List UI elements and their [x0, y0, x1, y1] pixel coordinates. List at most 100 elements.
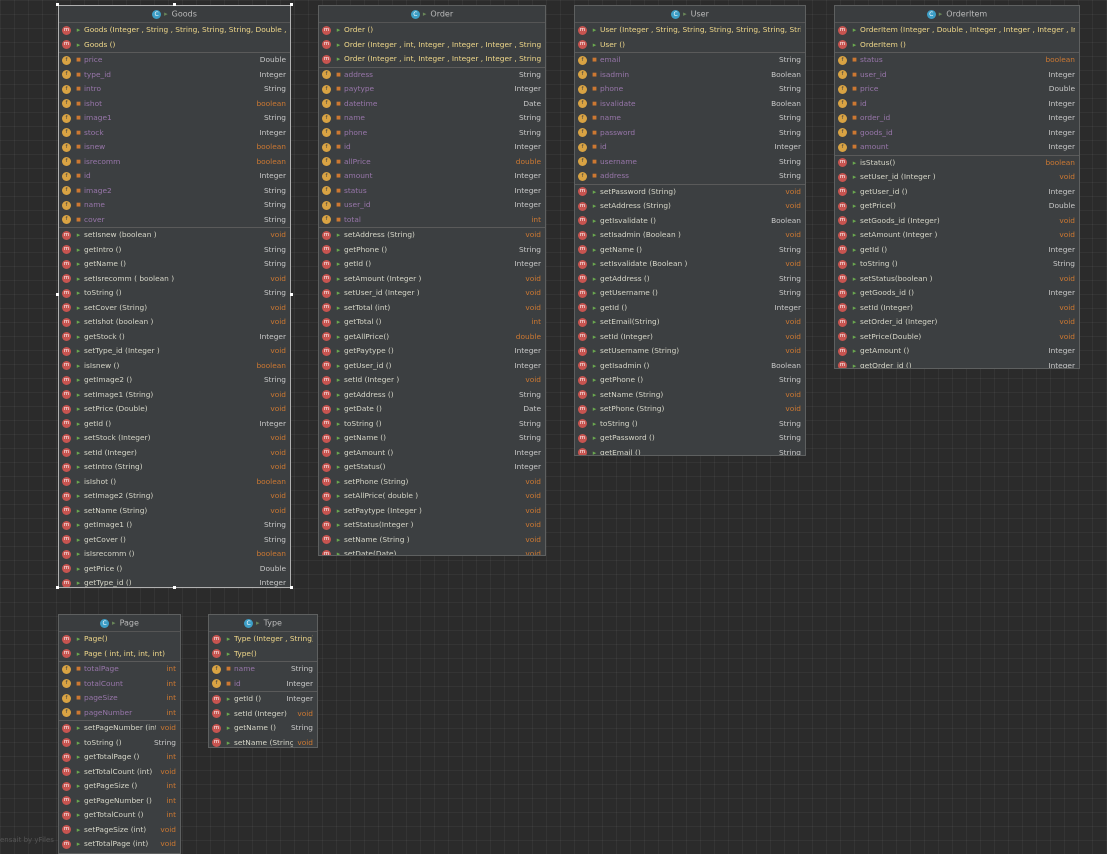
field-row[interactable]: f ■ total int	[319, 213, 545, 228]
method-row[interactable]: m ▸ getTotal () int	[319, 315, 545, 330]
method-row[interactable]: m ▸ setName (String) void	[59, 504, 290, 519]
method-row[interactable]: m ▸ isStatus() boolean	[835, 156, 1079, 171]
method-row[interactable]: m ▸ getName () String	[319, 431, 545, 446]
method-row[interactable]: m ▸ getAddress () String	[575, 272, 805, 287]
method-row[interactable]: m ▸ getPhone () String	[575, 373, 805, 388]
selection-handle[interactable]	[56, 293, 59, 296]
method-row[interactable]: m ▸ setAddress (String) void	[319, 228, 545, 243]
method-row[interactable]: m ▸ setOrder_id (Integer) void	[835, 315, 1079, 330]
method-row[interactable]: m ▸ getImage2 () String	[59, 373, 290, 388]
field-row[interactable]: f ■ password String	[575, 126, 805, 141]
method-row[interactable]: m ▸ getId () Integer	[59, 417, 290, 432]
class-box-user[interactable]: C ▸ User m ▸ User (Integer , String, String, …	[574, 5, 806, 456]
method-row[interactable]: m ▸ setPassword (String) void	[575, 185, 805, 200]
class-box-order[interactable]: C ▸ Order m ▸ Order () m ▸ Order (Integer , int,…	[318, 5, 546, 556]
field-row[interactable]: f ■ ishot boolean	[59, 97, 290, 112]
method-row[interactable]: m ▸ setIsvalidate (Boolean ) void	[575, 257, 805, 272]
method-row[interactable]: m ▸ getPassword () String	[575, 431, 805, 446]
constructor-row[interactable]: m ▸ Order (Integer , int, Integer , Intege…	[319, 38, 545, 53]
constructor-row[interactable]: m ▸ User ()	[575, 38, 805, 53]
method-row[interactable]: m ▸ getName () String	[209, 721, 317, 736]
class-header[interactable]: C ▸ Type	[209, 615, 317, 632]
method-row[interactable]: m ▸ setId (Integer) void	[209, 707, 317, 722]
field-row[interactable]: f ■ id Integer	[575, 140, 805, 155]
field-row[interactable]: f ■ cover String	[59, 213, 290, 228]
field-row[interactable]: f ■ username String	[575, 155, 805, 170]
constructor-row[interactable]: m ▸ Goods (Integer , String , String, Stri…	[59, 23, 290, 38]
field-row[interactable]: f ■ id Integer	[209, 677, 317, 692]
field-row[interactable]: f ■ phone String	[319, 126, 545, 141]
method-row[interactable]: m ▸ getTotalPage () int	[59, 750, 180, 765]
method-row[interactable]: m ▸ getUser_id () Integer	[319, 359, 545, 374]
method-row[interactable]: m ▸ setName (String) void	[209, 736, 317, 747]
method-row[interactable]: m ▸ setName (String ) void	[319, 533, 545, 548]
field-row[interactable]: f ■ image2 String	[59, 184, 290, 199]
selection-handle[interactable]	[173, 3, 176, 6]
class-header[interactable]: C ▸ OrderItem	[835, 6, 1079, 23]
method-row[interactable]: m ▸ toString () String	[59, 736, 180, 751]
method-row[interactable]: m ▸ getUser_id () Integer	[835, 185, 1079, 200]
field-row[interactable]: f ■ totalPage int	[59, 662, 180, 677]
method-row[interactable]: m ▸ setTotalCount (int) void	[59, 765, 180, 780]
method-row[interactable]: m ▸ getStock () Integer	[59, 330, 290, 345]
selection-handle[interactable]	[290, 293, 293, 296]
field-row[interactable]: f ■ order_id Integer	[835, 111, 1079, 126]
method-row[interactable]: m ▸ isIsrecomm () boolean	[59, 547, 290, 562]
method-row[interactable]: m ▸ setIsrecomm ( boolean ) void	[59, 272, 290, 287]
method-row[interactable]: m ▸ getAddress () String	[319, 388, 545, 403]
field-row[interactable]: f ■ totalCount int	[59, 677, 180, 692]
constructor-row[interactable]: m ▸ OrderItem ()	[835, 38, 1079, 53]
field-row[interactable]: f ■ isvalidate Boolean	[575, 97, 805, 112]
method-row[interactable]: m ▸ getAllPrice() double	[319, 330, 545, 345]
field-row[interactable]: f ■ stock Integer	[59, 126, 290, 141]
method-row[interactable]: m ▸ getId () Integer	[835, 243, 1079, 258]
method-row[interactable]: m ▸ getOrder_id () Integer	[835, 359, 1079, 368]
method-row[interactable]: m ▸ isIshot () boolean	[59, 475, 290, 490]
class-header[interactable]: C ▸ Order	[319, 6, 545, 23]
method-row[interactable]: m ▸ setImage2 (String) void	[59, 489, 290, 504]
field-row[interactable]: f ■ price Double	[835, 82, 1079, 97]
method-row[interactable]: m ▸ getGoods_id () Integer	[835, 286, 1079, 301]
field-row[interactable]: f ■ name String	[319, 111, 545, 126]
method-row[interactable]: m ▸ getUsername () String	[575, 286, 805, 301]
constructor-row[interactable]: m ▸ Page ( int, int, int, int)	[59, 647, 180, 662]
method-row[interactable]: m ▸ setEmail(String) void	[575, 315, 805, 330]
method-row[interactable]: m ▸ setPhone (String) void	[319, 475, 545, 490]
constructor-row[interactable]: m ▸ Order ()	[319, 23, 545, 38]
constructor-row[interactable]: m ▸ Type (Integer , String)	[209, 632, 317, 647]
method-row[interactable]: m ▸ setIshot (boolean ) void	[59, 315, 290, 330]
field-row[interactable]: f ■ price Double	[59, 53, 290, 68]
method-row[interactable]: m ▸ setUsername (String) void	[575, 344, 805, 359]
method-row[interactable]: m ▸ toString () String	[835, 257, 1079, 272]
method-row[interactable]: m ▸ toString () String	[59, 286, 290, 301]
field-row[interactable]: f ■ datetime Date	[319, 97, 545, 112]
method-row[interactable]: m ▸ toString () String	[319, 417, 545, 432]
method-row[interactable]: m ▸ setIntro (String) void	[59, 460, 290, 475]
field-row[interactable]: f ■ name String	[575, 111, 805, 126]
method-row[interactable]: m ▸ setUser_id (Integer ) void	[319, 286, 545, 301]
method-row[interactable]: m ▸ setPageSize (int) void	[59, 823, 180, 838]
method-row[interactable]: m ▸ setId (Integer) void	[575, 330, 805, 345]
field-row[interactable]: f ■ isrecomm boolean	[59, 155, 290, 170]
selection-handle[interactable]	[290, 586, 293, 589]
method-row[interactable]: m ▸ setAllPrice( double ) void	[319, 489, 545, 504]
field-row[interactable]: f ■ isadmin Boolean	[575, 68, 805, 83]
class-header[interactable]: C ▸ Page	[59, 615, 180, 632]
method-row[interactable]: m ▸ setStatus(boolean ) void	[835, 272, 1079, 287]
method-row[interactable]: m ▸ getStatus() Integer	[319, 460, 545, 475]
field-row[interactable]: f ■ pageSize int	[59, 691, 180, 706]
method-row[interactable]: m ▸ setIsadmin (Boolean ) void	[575, 228, 805, 243]
method-row[interactable]: m ▸ setImage1 (String) void	[59, 388, 290, 403]
method-row[interactable]: m ▸ setPhone (String) void	[575, 402, 805, 417]
field-row[interactable]: f ■ image1 String	[59, 111, 290, 126]
constructor-row[interactable]: m ▸ User (Integer , String, String, String…	[575, 23, 805, 38]
method-row[interactable]: m ▸ setName (String) void	[575, 388, 805, 403]
field-row[interactable]: f ■ name String	[209, 662, 317, 677]
method-row[interactable]: m ▸ getDate () Date	[319, 402, 545, 417]
method-row[interactable]: m ▸ getPaytype () Integer	[319, 344, 545, 359]
constructor-row[interactable]: m ▸ Order (Integer , int, Integer , Intege…	[319, 52, 545, 67]
method-row[interactable]: m ▸ setType_id (Integer ) void	[59, 344, 290, 359]
method-row[interactable]: m ▸ getTotalCount () int	[59, 808, 180, 823]
selection-handle[interactable]	[56, 586, 59, 589]
field-row[interactable]: f ■ address String	[319, 68, 545, 83]
